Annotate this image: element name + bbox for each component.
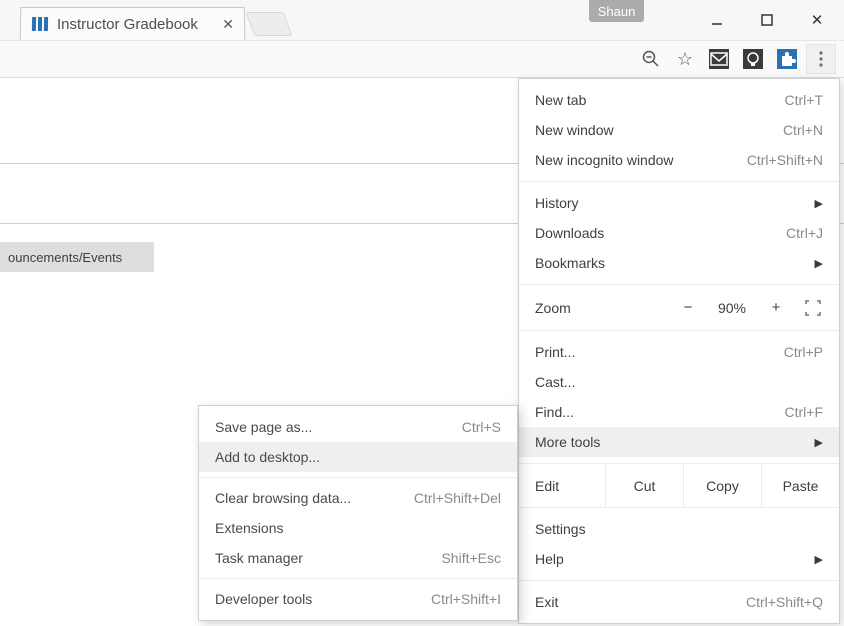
menu-more-tools[interactable]: More tools ▶ bbox=[519, 427, 839, 457]
menu-cast[interactable]: Cast... bbox=[519, 367, 839, 397]
submenu-add-to-desktop[interactable]: Add to desktop... bbox=[199, 442, 517, 472]
menu-exit[interactable]: Exit Ctrl+Shift+Q bbox=[519, 587, 839, 617]
edit-paste-button[interactable]: Paste bbox=[761, 464, 839, 507]
zoom-value: 90% bbox=[707, 300, 757, 316]
submenu-item-shortcut: Ctrl+Shift+Del bbox=[414, 490, 501, 506]
chrome-menu-icon[interactable] bbox=[806, 44, 836, 74]
chrome-main-menu: New tab Ctrl+T New window Ctrl+N New inc… bbox=[518, 78, 840, 624]
menu-item-shortcut: Ctrl+J bbox=[786, 225, 823, 241]
menu-item-label: New window bbox=[535, 122, 614, 138]
fullscreen-icon[interactable] bbox=[795, 300, 831, 316]
window-close-icon[interactable]: ✕ bbox=[802, 8, 832, 32]
zoom-out-button[interactable]: − bbox=[669, 299, 707, 316]
menu-downloads[interactable]: Downloads Ctrl+J bbox=[519, 218, 839, 248]
browser-tab[interactable]: Instructor Gradebook ✕ bbox=[20, 7, 246, 40]
announcements-events-button[interactable]: ouncements/Events bbox=[0, 242, 154, 272]
submenu-task-manager[interactable]: Task manager Shift+Esc bbox=[199, 543, 517, 573]
menu-item-label: Downloads bbox=[535, 225, 604, 241]
mail-extension-icon[interactable] bbox=[704, 44, 734, 74]
menu-print[interactable]: Print... Ctrl+P bbox=[519, 337, 839, 367]
menu-item-shortcut: Ctrl+P bbox=[784, 344, 823, 360]
more-tools-submenu: Save page as... Ctrl+S Add to desktop...… bbox=[198, 405, 518, 621]
menu-item-label: More tools bbox=[535, 434, 600, 450]
toolbar-icons: ☆ bbox=[634, 41, 838, 77]
menu-item-label: Help bbox=[535, 551, 564, 567]
menu-new-incognito[interactable]: New incognito window Ctrl+Shift+N bbox=[519, 145, 839, 175]
menu-item-label: Print... bbox=[535, 344, 575, 360]
menu-item-shortcut: Ctrl+Shift+N bbox=[747, 152, 823, 168]
puzzle-extension-icon[interactable] bbox=[772, 44, 802, 74]
submenu-item-shortcut: Shift+Esc bbox=[441, 550, 501, 566]
zoom-in-button[interactable]: + bbox=[757, 299, 795, 316]
bulb-extension-icon[interactable] bbox=[738, 44, 768, 74]
submenu-item-label: Save page as... bbox=[215, 419, 312, 435]
menu-item-label: Bookmarks bbox=[535, 255, 605, 271]
browser-toolbar: ☆ bbox=[0, 40, 844, 78]
submenu-item-shortcut: Ctrl+Shift+I bbox=[431, 591, 501, 607]
chevron-right-icon: ▶ bbox=[815, 553, 823, 566]
menu-edit-row: Edit Cut Copy Paste bbox=[519, 463, 839, 507]
menu-find[interactable]: Find... Ctrl+F bbox=[519, 397, 839, 427]
menu-item-label: History bbox=[535, 195, 579, 211]
submenu-item-label: Developer tools bbox=[215, 591, 312, 607]
tab-favicon bbox=[31, 15, 49, 33]
menu-zoom-row: Zoom − 90% + bbox=[519, 284, 839, 330]
edit-copy-button[interactable]: Copy bbox=[683, 464, 761, 507]
menu-item-label: New tab bbox=[535, 92, 586, 108]
zoom-label: Zoom bbox=[535, 300, 669, 316]
submenu-item-shortcut: Ctrl+S bbox=[462, 419, 501, 435]
menu-item-label: Exit bbox=[535, 594, 558, 610]
menu-history[interactable]: History ▶ bbox=[519, 188, 839, 218]
menu-item-label: Cast... bbox=[535, 374, 575, 390]
menu-item-shortcut: Ctrl+F bbox=[785, 404, 824, 420]
menu-item-label: Find... bbox=[535, 404, 574, 420]
window-minimize-icon[interactable] bbox=[702, 8, 732, 32]
chevron-right-icon: ▶ bbox=[815, 436, 823, 449]
submenu-developer-tools[interactable]: Developer tools Ctrl+Shift+I bbox=[199, 584, 517, 614]
window-chrome: Instructor Gradebook ✕ Shaun ✕ bbox=[0, 0, 844, 40]
profile-badge[interactable]: Shaun bbox=[589, 0, 644, 22]
chevron-right-icon: ▶ bbox=[815, 197, 823, 210]
submenu-separator bbox=[199, 578, 517, 579]
submenu-item-label: Add to desktop... bbox=[215, 449, 320, 465]
chevron-right-icon: ▶ bbox=[815, 257, 823, 270]
menu-bookmarks[interactable]: Bookmarks ▶ bbox=[519, 248, 839, 278]
edit-cut-button[interactable]: Cut bbox=[605, 464, 683, 507]
submenu-item-label: Clear browsing data... bbox=[215, 490, 351, 506]
new-tab-button[interactable] bbox=[246, 12, 293, 36]
window-maximize-icon[interactable] bbox=[752, 8, 782, 32]
submenu-item-label: Extensions bbox=[215, 520, 283, 536]
submenu-separator bbox=[199, 477, 517, 478]
edit-label: Edit bbox=[519, 464, 605, 507]
submenu-extensions[interactable]: Extensions bbox=[199, 513, 517, 543]
menu-item-shortcut: Ctrl+T bbox=[785, 92, 824, 108]
close-tab-icon[interactable]: ✕ bbox=[222, 16, 234, 33]
submenu-item-label: Task manager bbox=[215, 550, 303, 566]
menu-settings[interactable]: Settings bbox=[519, 514, 839, 544]
submenu-save-page-as[interactable]: Save page as... Ctrl+S bbox=[199, 412, 517, 442]
menu-new-window[interactable]: New window Ctrl+N bbox=[519, 115, 839, 145]
menu-help[interactable]: Help ▶ bbox=[519, 544, 839, 574]
zoom-indicator-icon[interactable] bbox=[636, 44, 666, 74]
menu-item-label: New incognito window bbox=[535, 152, 674, 168]
tab-title: Instructor Gradebook bbox=[57, 16, 198, 33]
submenu-clear-browsing-data[interactable]: Clear browsing data... Ctrl+Shift+Del bbox=[199, 483, 517, 513]
menu-new-tab[interactable]: New tab Ctrl+T bbox=[519, 85, 839, 115]
menu-item-shortcut: Ctrl+Shift+Q bbox=[746, 594, 823, 610]
menu-item-shortcut: Ctrl+N bbox=[783, 122, 823, 138]
bookmark-star-icon[interactable]: ☆ bbox=[670, 44, 700, 74]
menu-item-label: Settings bbox=[535, 521, 586, 537]
